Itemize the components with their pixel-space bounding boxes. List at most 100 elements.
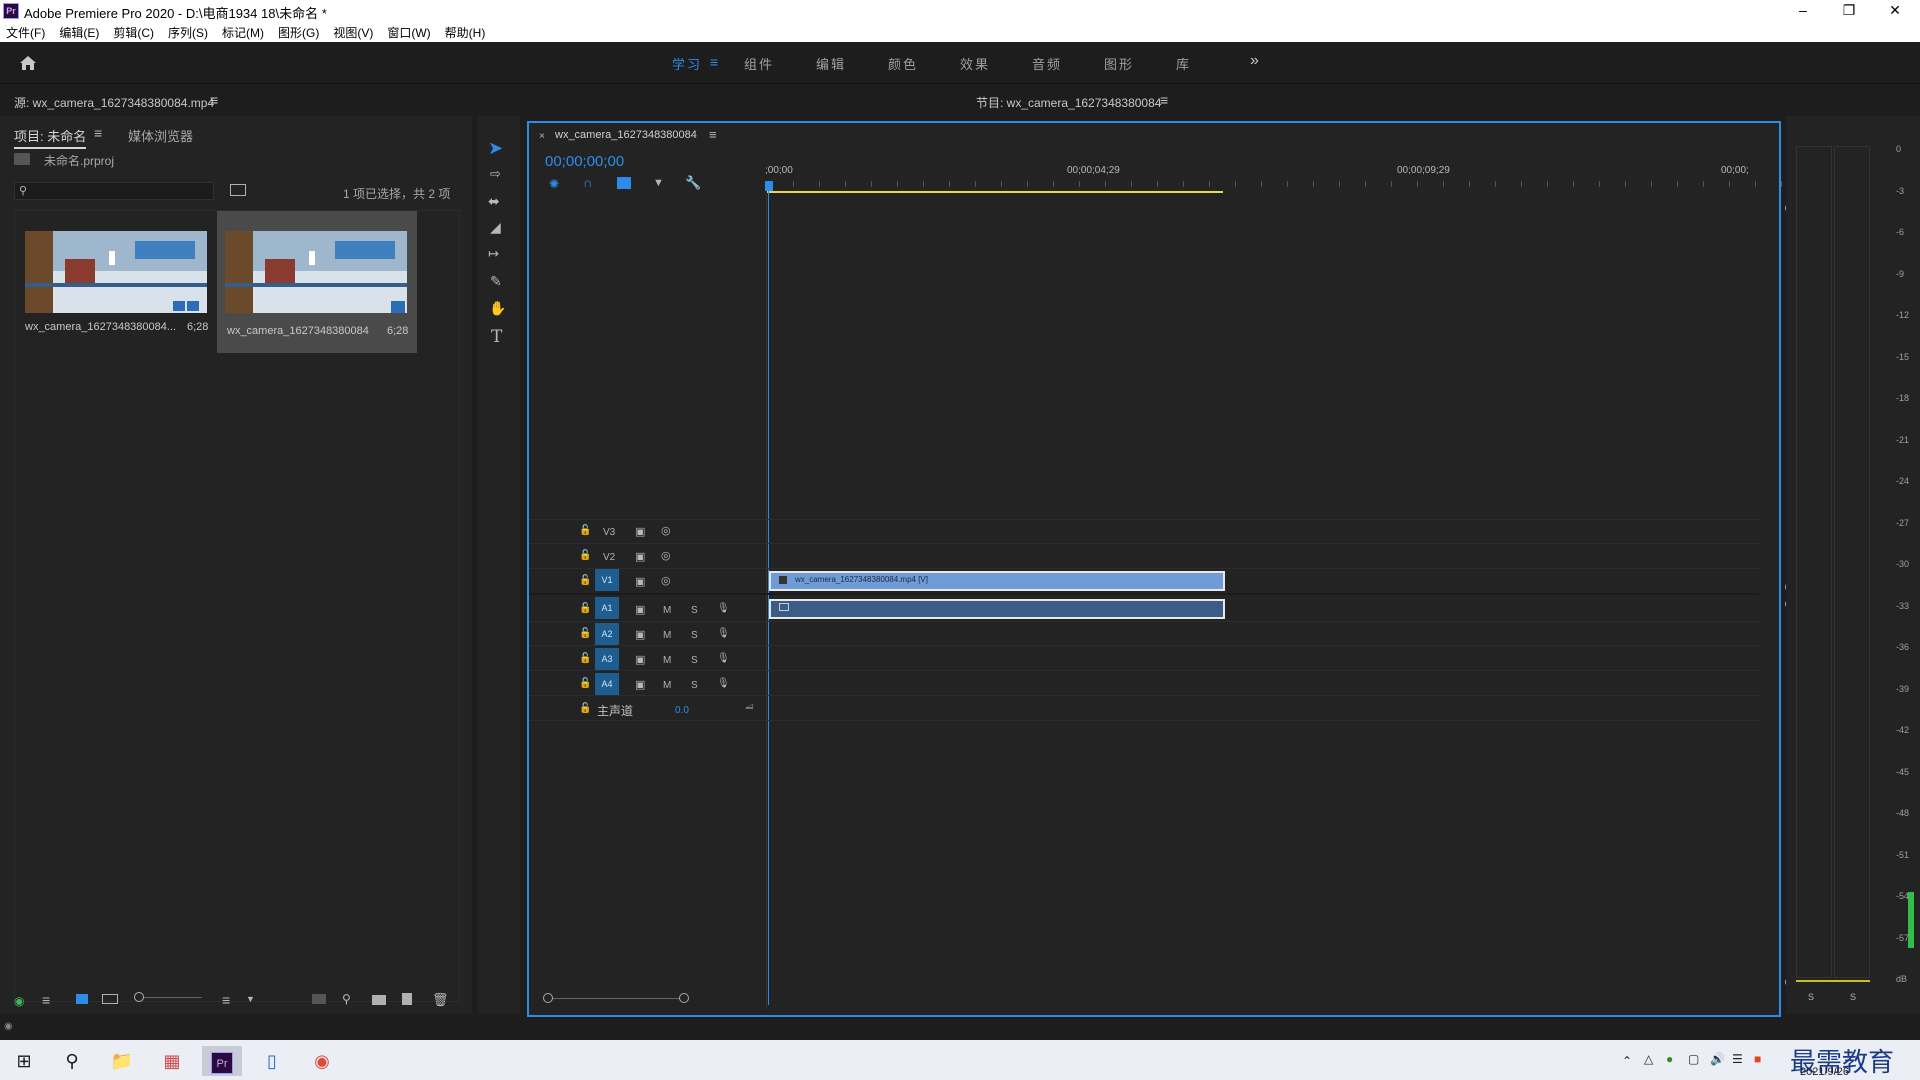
timeline-menu-icon[interactable]: ≡ xyxy=(709,127,717,142)
source-panel-menu-icon[interactable]: ≡ xyxy=(210,92,218,108)
menu-graphics[interactable]: 图形(G) xyxy=(278,24,319,41)
close-button[interactable]: ✕ xyxy=(1872,0,1918,22)
workspace-learn[interactable]: 学习 xyxy=(672,54,702,73)
snap-icon[interactable]: ∩ xyxy=(583,175,592,190)
wrench-icon[interactable]: 🔧 xyxy=(685,175,701,191)
master-track-toggle-icon[interactable]: ⧡ xyxy=(745,700,754,713)
program-panel-title[interactable]: 节目: wx_camera_1627348380084 xyxy=(976,94,1161,111)
lock-track-icon[interactable]: 🔓 xyxy=(579,703,591,714)
lock-track-icon[interactable]: 🔓 xyxy=(579,603,591,614)
lock-track-icon[interactable]: 🔓 xyxy=(579,525,591,536)
pen-tool-icon[interactable]: ✎ xyxy=(490,273,502,290)
eye-icon[interactable]: ◎ xyxy=(661,524,671,537)
timeline-tab[interactable]: wx_camera_1627348380084 xyxy=(555,129,697,141)
tray-chevron-icon[interactable]: ⌃ xyxy=(1622,1054,1632,1068)
slip-tool-icon[interactable]: ↦ xyxy=(488,246,499,262)
eye-icon[interactable]: ◎ xyxy=(661,574,671,587)
h-scroll-handle-right[interactable] xyxy=(679,993,689,1003)
razor-tool-icon[interactable]: ◢ xyxy=(490,219,501,236)
chevron-down-icon[interactable]: ▼ xyxy=(246,994,255,1004)
menu-clip[interactable]: 剪辑(C) xyxy=(113,24,154,41)
solo-button[interactable]: S xyxy=(691,630,698,641)
mute-button[interactable]: M xyxy=(663,605,671,616)
find-icon[interactable]: ⚲ xyxy=(342,992,351,1006)
mute-button[interactable]: M xyxy=(663,680,671,691)
minimize-button[interactable]: – xyxy=(1780,0,1826,22)
master-volume-value[interactable]: 0.0 xyxy=(675,705,689,716)
sync-lock-icon[interactable]: ▣ xyxy=(635,525,645,538)
work-area-bar[interactable] xyxy=(767,191,1223,193)
close-icon[interactable]: × xyxy=(539,131,545,142)
workspace-color[interactable]: 颜色 xyxy=(888,54,918,73)
workspace-menu-icon[interactable]: ≡ xyxy=(710,54,718,70)
file-explorer-icon[interactable]: 📁 xyxy=(102,1046,142,1076)
source-panel-title[interactable]: 源: wx_camera_1627348380084.mp4 xyxy=(14,94,214,111)
h-scroll-bar[interactable] xyxy=(553,998,679,999)
lock-icon[interactable]: ◉ xyxy=(14,994,24,1008)
add-marker-icon[interactable]: ▼ xyxy=(653,177,664,189)
lock-track-icon[interactable]: 🔓 xyxy=(579,628,591,639)
track-select-tool-icon[interactable]: ⇨ xyxy=(490,166,501,182)
list-view-icon[interactable]: ≡ xyxy=(42,992,50,1008)
trash-icon[interactable]: 🗑 xyxy=(432,992,449,1008)
sync-lock-icon[interactable]: ▣ xyxy=(635,603,645,616)
windows-start-icon[interactable]: ⊞ xyxy=(4,1046,44,1076)
mute-button[interactable]: M xyxy=(663,630,671,641)
sync-lock-icon[interactable]: ▣ xyxy=(635,550,645,563)
project-item-selected[interactable]: wx_camera_1627348380084 6;28 xyxy=(217,211,417,353)
workspace-effects[interactable]: 效果 xyxy=(960,54,990,73)
track-label-v1[interactable]: V1 xyxy=(595,569,619,591)
hand-tool-icon[interactable]: ✋ xyxy=(489,300,506,317)
restore-button[interactable]: ❐ xyxy=(1826,0,1872,22)
menu-file[interactable]: 文件(F) xyxy=(6,24,45,41)
voiceover-icon[interactable]: 🎙 xyxy=(717,653,730,664)
menu-edit[interactable]: 编辑(E) xyxy=(59,24,99,41)
solo-right-button[interactable]: S xyxy=(1850,992,1856,1002)
ripple-edit-tool-icon[interactable]: ⬌ xyxy=(488,193,500,210)
voiceover-icon[interactable]: 🎙 xyxy=(717,628,730,639)
workspace-assembly[interactable]: 组件 xyxy=(744,54,774,73)
track-label-v2[interactable]: V2 xyxy=(603,552,615,563)
sync-lock-icon[interactable]: ▣ xyxy=(635,575,645,588)
new-search-bin-icon[interactable] xyxy=(230,184,246,196)
sogou-icon[interactable]: ■ xyxy=(1754,1052,1761,1066)
premiere-taskbar-icon[interactable]: Pr xyxy=(202,1046,242,1076)
lock-track-icon[interactable]: 🔓 xyxy=(579,653,591,664)
solo-left-button[interactable]: S xyxy=(1808,992,1814,1002)
volume-icon[interactable]: 🔊 xyxy=(1710,1052,1725,1066)
automate-to-sequence-icon[interactable] xyxy=(312,994,326,1004)
tab-project[interactable]: 项目: 未命名 xyxy=(14,126,87,149)
timecode-display[interactable]: 00;00;00;00 xyxy=(545,153,624,170)
audio-clip[interactable] xyxy=(769,599,1225,619)
home-icon[interactable] xyxy=(18,53,38,73)
project-item[interactable]: wx_camera_1627348380084... 6;28 xyxy=(23,217,215,347)
linked-selection-icon[interactable] xyxy=(617,177,631,189)
track-label-a1[interactable]: A1 xyxy=(595,597,619,619)
solo-button[interactable]: S xyxy=(691,680,698,691)
time-ruler[interactable] xyxy=(767,181,1783,187)
new-bin-icon[interactable] xyxy=(372,995,386,1005)
track-label-a3[interactable]: A3 xyxy=(595,648,619,670)
lock-track-icon[interactable]: 🔓 xyxy=(579,678,591,689)
menu-sequence[interactable]: 序列(S) xyxy=(168,24,208,41)
workspace-libraries[interactable]: 库 xyxy=(1176,54,1191,73)
workspace-audio[interactable]: 音频 xyxy=(1032,54,1062,73)
zoom-slider-handle[interactable] xyxy=(134,992,144,1002)
project-search-input[interactable]: ⚲ xyxy=(14,182,214,200)
track-label-a4[interactable]: A4 xyxy=(595,673,619,695)
video-clip[interactable]: wx_camera_1627348380084.mp4 [V] xyxy=(769,571,1225,591)
solo-button[interactable]: S xyxy=(691,655,698,666)
h-scroll-handle-left[interactable] xyxy=(543,993,553,1003)
ime-icon[interactable]: ☰ xyxy=(1732,1052,1743,1066)
voiceover-icon[interactable]: 🎙 xyxy=(717,603,730,614)
app-icon[interactable]: ▦ xyxy=(152,1046,192,1076)
lock-track-icon[interactable]: 🔓 xyxy=(579,550,591,561)
voiceover-icon[interactable]: 🎙 xyxy=(717,678,730,689)
nest-icon[interactable]: ✺ xyxy=(549,177,559,191)
sync-lock-icon[interactable]: ▣ xyxy=(635,653,645,666)
freeform-view-icon[interactable] xyxy=(102,994,118,1004)
menu-marker[interactable]: 标记(M) xyxy=(222,24,264,41)
solo-button[interactable]: S xyxy=(691,605,698,616)
menu-view[interactable]: 视图(V) xyxy=(333,24,373,41)
new-item-icon[interactable] xyxy=(402,993,412,1005)
